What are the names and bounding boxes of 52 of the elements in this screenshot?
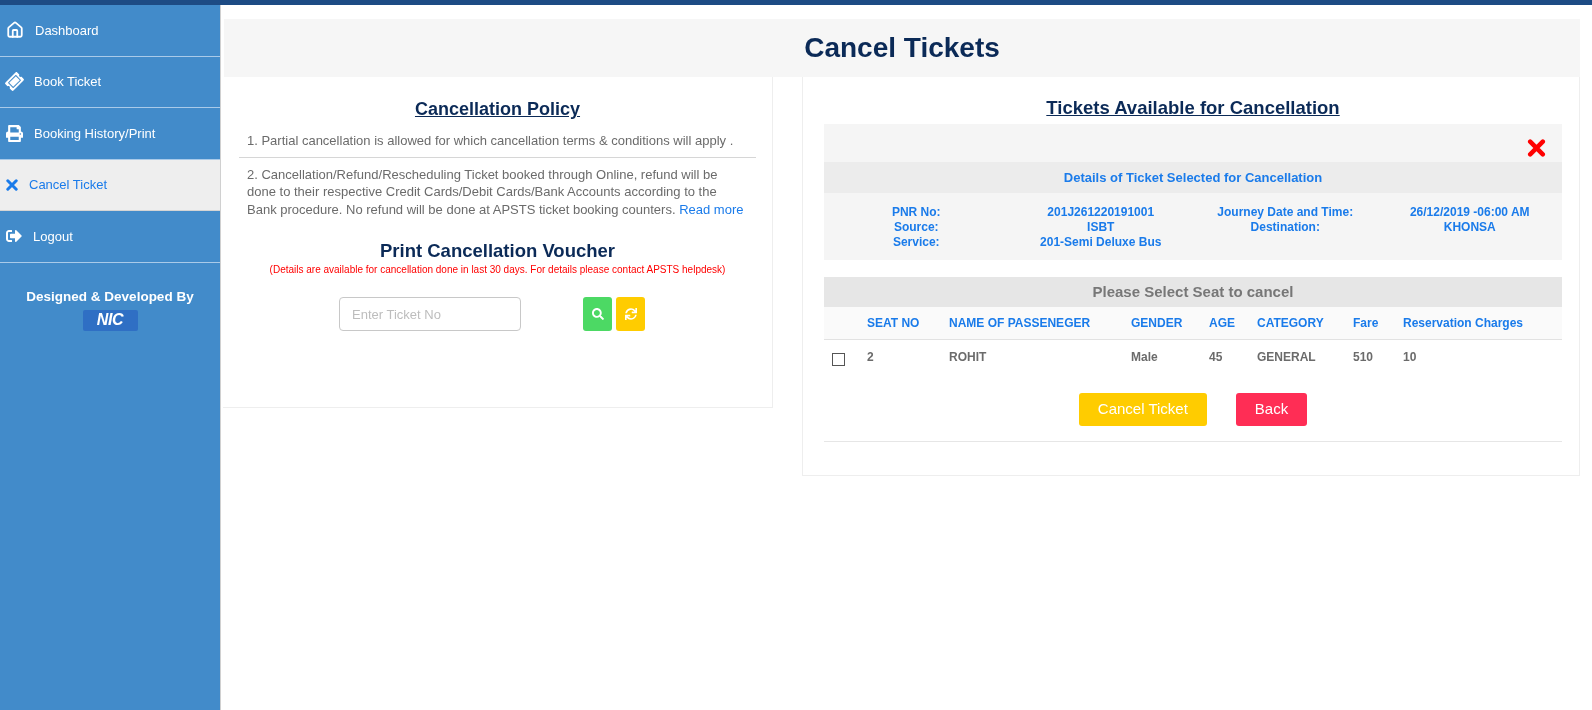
back-button[interactable]: Back <box>1235 393 1308 426</box>
detail-label: Service: <box>892 235 940 250</box>
sidebar-item[interactable]: Logout <box>0 211 220 263</box>
table-cell-text: 10 <box>1402 349 1418 366</box>
logo: NIC <box>82 309 138 331</box>
section-title: Cancellation Policy <box>414 98 581 120</box>
page-title: Cancel Tickets <box>804 34 1000 62</box>
column-header: NAME OF PASSENEGER <box>948 315 1092 332</box>
detail-label: Destination: <box>1250 220 1320 235</box>
detail-value: 26/12/2019 -06:00 AM <box>1409 205 1530 220</box>
detail-label: Journey Date and Time: <box>1217 205 1354 220</box>
section-title: Print Cancellation Voucher <box>379 240 616 262</box>
details-heading: Details of Ticket Selected for Cancellation <box>824 162 1562 193</box>
home-icon <box>6 21 24 40</box>
checkbox[interactable] <box>832 353 845 366</box>
read-more-link[interactable]: Read more <box>679 201 744 217</box>
policy-text: 2. Cancellation/Refund/Rescheduling Ticket booked through Online, refund will be done to their respective Credit Cards/Debit Cards/Bank Accounts according to the Bank procedure. No refund will be done at APSTS ticket booking counters. Read more <box>247 165 745 218</box>
cross-icon <box>6 178 18 191</box>
close-icon[interactable] <box>1527 139 1546 157</box>
note-text: (Details are available for cancellation done in last 30 days. For details please contact APSTS helpdesk) <box>269 263 726 277</box>
section-title: Tickets Available for Cancellation <box>1046 97 1340 119</box>
column-header: GENDER <box>1130 315 1184 332</box>
printer-icon <box>6 124 23 142</box>
column-header: Fare <box>1352 315 1380 332</box>
sidebar-item[interactable]: Cancel Ticket <box>0 159 220 211</box>
credit-text: Designed & Developed By <box>26 287 194 306</box>
column-header: AGE <box>1208 315 1236 332</box>
refresh-icon <box>624 308 637 320</box>
detail-label: PNR No: <box>891 205 941 220</box>
table-cell-text: 510 <box>1352 349 1375 366</box>
table-cell-text: 45 <box>1208 349 1224 366</box>
detail-value: 201-Semi Deluxe Bus <box>1040 235 1162 250</box>
table-cell-text: GENERAL <box>1256 349 1317 366</box>
table-cell-text: 2 <box>866 349 875 366</box>
sidebar-item[interactable]: Booking History/Print <box>0 108 220 160</box>
column-header: CATEGORY <box>1256 315 1325 332</box>
sidebar-item[interactable]: Dashboard <box>0 5 220 57</box>
column-header: Reservation Charges <box>1402 315 1525 332</box>
detail-value: 201J261220191001 <box>1047 205 1155 220</box>
detail-value: KHONSA <box>1443 220 1496 235</box>
logout-icon <box>6 228 22 245</box>
detail-value: ISBT <box>1087 220 1115 235</box>
detail-label: Source: <box>893 220 939 235</box>
table-cell-text: ROHIT <box>948 349 988 366</box>
column-header: SEAT NO <box>866 315 921 332</box>
table-cell-text: Male <box>1130 349 1159 366</box>
search-icon <box>591 308 604 320</box>
sidebar-item[interactable]: Book Ticket <box>0 56 220 108</box>
ticket-icon <box>2 69 27 94</box>
policy-text: 1. Partial cancellation is allowed for which cancellation terms & conditions will apply . <box>247 132 735 150</box>
seat-table-caption: Please Select Seat to cancel <box>824 277 1562 307</box>
ticket-number-field[interactable]: Enter Ticket No <box>339 297 521 331</box>
